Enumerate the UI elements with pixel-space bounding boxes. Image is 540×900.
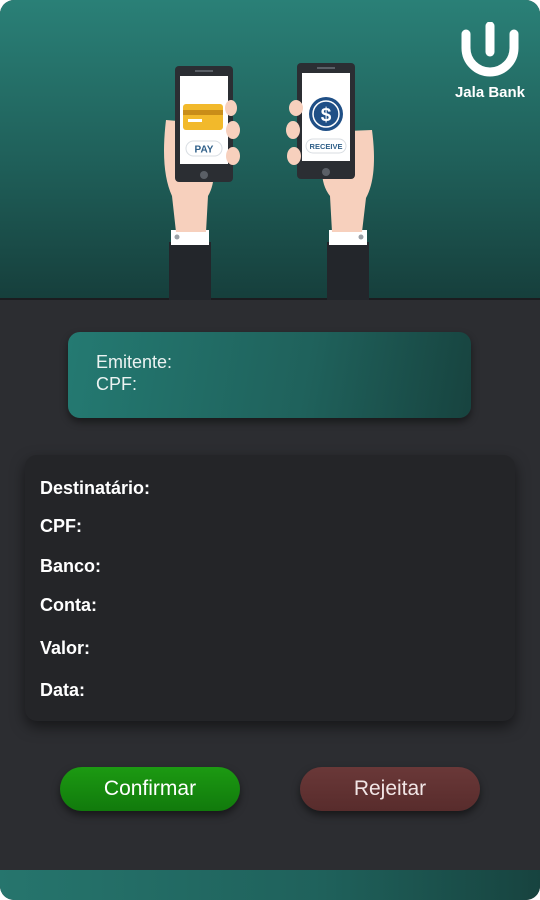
payment-confirmation-screen: PAY $ RECEIVE Jala Bank Emitente: CPF: D…	[0, 0, 540, 900]
confirm-button[interactable]: Confirmar	[60, 767, 240, 811]
recipient-card: Destinatário: CPF: Banco: Conta: Valor: …	[25, 455, 515, 721]
sender-card: Emitente: CPF:	[68, 332, 471, 418]
sender-cpf-label: CPF:	[96, 374, 138, 394]
emitente-label: Emitente:	[96, 352, 173, 372]
banco-label: Banco:	[40, 556, 102, 576]
conta-label: Conta:	[40, 595, 97, 615]
credit-card-icon	[183, 104, 223, 130]
receive-label: RECEIVE	[310, 142, 343, 151]
destinatario-label: Destinatário:	[40, 478, 151, 498]
valor-label: Valor:	[40, 638, 91, 658]
header-banner: PAY $ RECEIVE Jala Bank	[0, 0, 540, 300]
pay-label: PAY	[195, 145, 214, 156]
brand-logo: Jala Bank	[448, 22, 532, 101]
svg-text:$: $	[321, 105, 332, 126]
left-sleeve	[169, 242, 211, 300]
recipient-cpf-label: CPF:	[40, 516, 82, 536]
right-sleeve	[327, 242, 369, 300]
data-label: Data:	[40, 680, 86, 700]
jala-bank-logo-icon	[461, 22, 519, 77]
footer-bar	[0, 870, 540, 900]
reject-button[interactable]: Rejeitar	[300, 767, 480, 811]
brand-name: Jala Bank	[454, 84, 526, 101]
